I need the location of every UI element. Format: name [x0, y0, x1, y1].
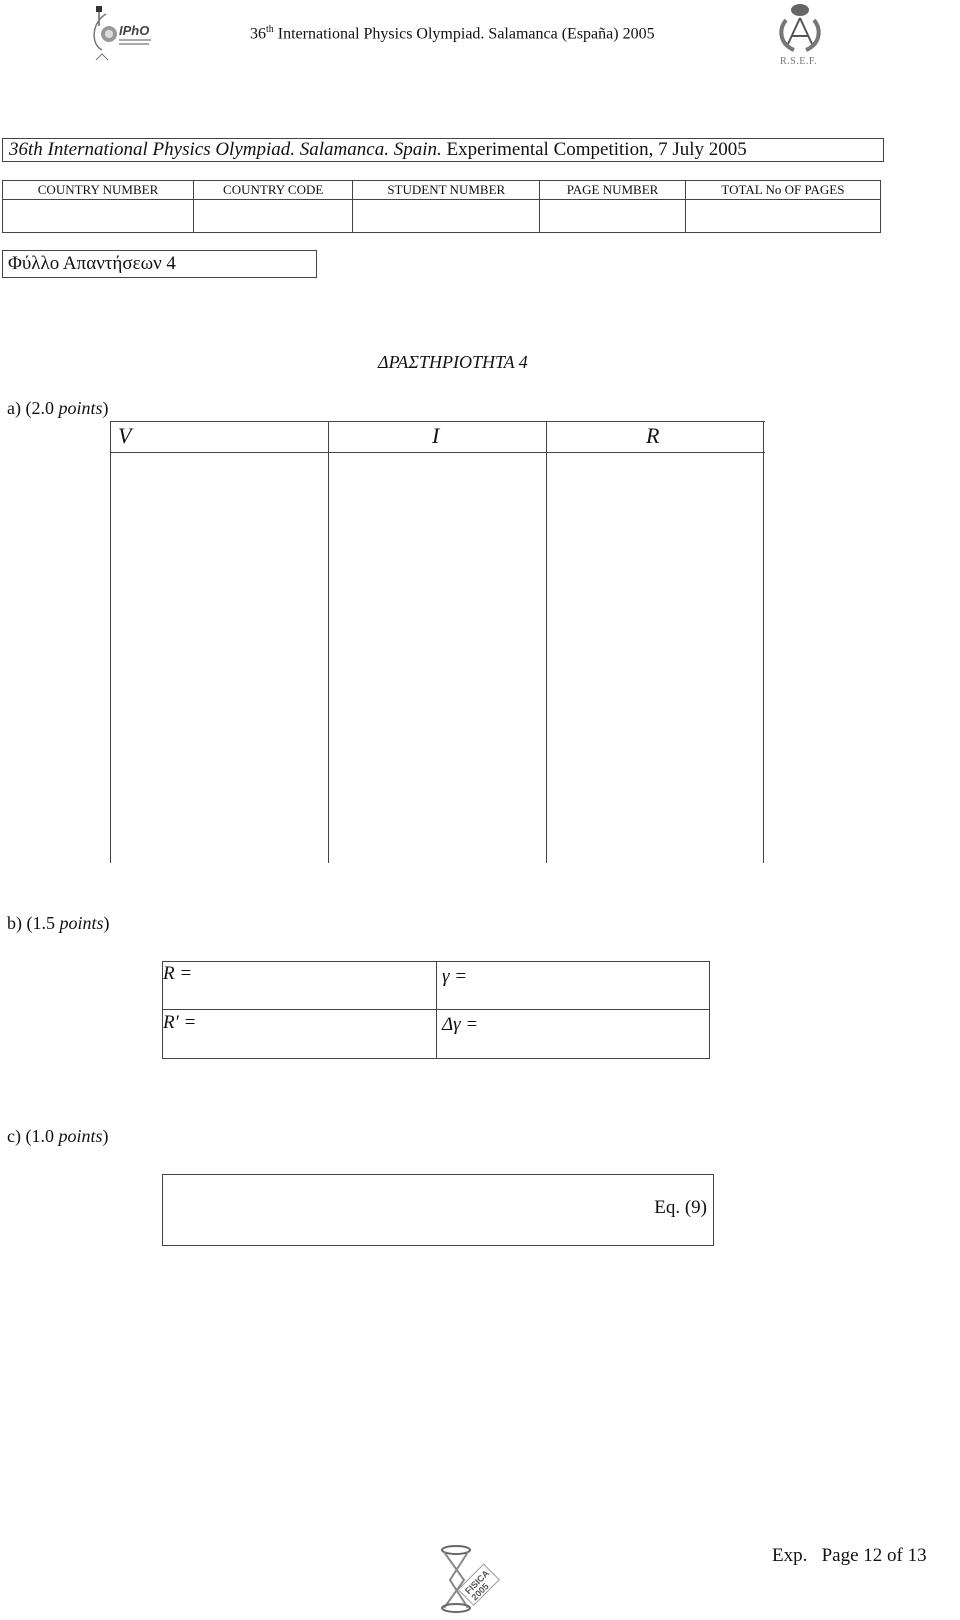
equation-answer-box[interactable]: Eq. (9): [162, 1174, 714, 1246]
r-values-cell[interactable]: [548, 454, 762, 863]
competition-banner: 36th International Physics Olympiad. Sal…: [2, 138, 884, 162]
table-column-divider: [546, 421, 547, 863]
id-table-value-row: [1, 199, 882, 233]
country-code-header: COUNTRY CODE: [193, 180, 354, 200]
column-header-v: V: [118, 423, 132, 448]
part-c-points-word: points: [58, 1126, 103, 1146]
results-table-horizontal-divider: [163, 1009, 709, 1010]
column-header-i: I: [432, 423, 440, 448]
header-title-number: 36: [250, 25, 266, 43]
header-title-text: International Physics Olympiad. Salamanc…: [273, 25, 655, 43]
delta-gamma-result-field[interactable]: Δγ =: [442, 1014, 478, 1036]
activity-title: ΔΡΑΣΤΗΡΙΟΤΗΤΑ 4: [378, 352, 528, 372]
banner-italic-text: 36th International Physics Olympiad. Sal…: [9, 139, 442, 160]
part-c-prefix: c) (1.0: [7, 1126, 59, 1146]
total-pages-field[interactable]: [684, 199, 882, 233]
part-b-points-word: points: [59, 913, 104, 933]
part-c-suffix: ): [102, 1126, 109, 1146]
r-prime-result-field[interactable]: R′ =: [163, 1012, 196, 1034]
part-b-label: b) (1.5 points): [7, 913, 110, 934]
r-result-field[interactable]: R =: [163, 963, 192, 985]
table-column-divider: [763, 421, 764, 863]
vir-measurement-table: V I R: [110, 421, 765, 863]
table-column-divider: [328, 421, 329, 863]
v-values-cell[interactable]: [112, 454, 327, 863]
header-title: 36th International Physics Olympiad. Sal…: [250, 24, 655, 43]
table-column-divider: [110, 421, 111, 863]
page-indicator: Exp. Page 12 of 13: [772, 1545, 927, 1566]
i-values-cell[interactable]: [330, 454, 545, 863]
student-number-header: STUDENT NUMBER: [352, 180, 541, 200]
page-number-header: PAGE NUMBER: [539, 180, 686, 200]
banner-text: Experimental Competition, 7 July 2005: [441, 139, 747, 160]
header-title-sup: th: [266, 24, 274, 35]
country-code-field[interactable]: [193, 199, 354, 233]
rsef-caption: R.S.E.F.: [780, 56, 818, 67]
part-b-prefix: b) (1.5: [7, 913, 60, 933]
part-a-label: a) (2.0 points): [7, 398, 109, 419]
country-number-field[interactable]: [1, 199, 195, 233]
page-number-field[interactable]: [539, 199, 686, 233]
part-c-label: c) (1.0 points): [7, 1126, 109, 1147]
results-table: R = γ = R′ = Δγ =: [162, 961, 710, 1059]
student-number-field[interactable]: [352, 199, 541, 233]
table-top-border: [110, 421, 765, 422]
ipho-logo-text: IPhO: [119, 23, 149, 38]
student-id-table: COUNTRY NUMBER COUNTRY CODE STUDENT NUMB…: [1, 180, 882, 233]
part-a-suffix: ): [102, 398, 109, 418]
part-a-points-word: points: [58, 398, 103, 418]
part-b-suffix: ): [103, 913, 110, 933]
equation-label: Eq. (9): [654, 1197, 707, 1218]
ipho-logo: IPhO: [88, 4, 160, 66]
results-table-vertical-divider: [436, 962, 437, 1058]
total-pages-header: TOTAL No OF PAGES: [684, 180, 882, 200]
country-number-header: COUNTRY NUMBER: [1, 180, 195, 200]
table-header-border: [110, 452, 765, 453]
fisica-2005-logo: FISICA 2005: [438, 1544, 502, 1614]
id-table-header-row: COUNTRY NUMBER COUNTRY CODE STUDENT NUMB…: [1, 180, 882, 200]
part-a-prefix: a) (2.0: [7, 398, 59, 418]
column-header-r: R: [646, 423, 660, 448]
gamma-result-field[interactable]: γ =: [442, 966, 467, 988]
answer-sheet-label: Φύλλο Απαντήσεων 4: [2, 250, 317, 278]
